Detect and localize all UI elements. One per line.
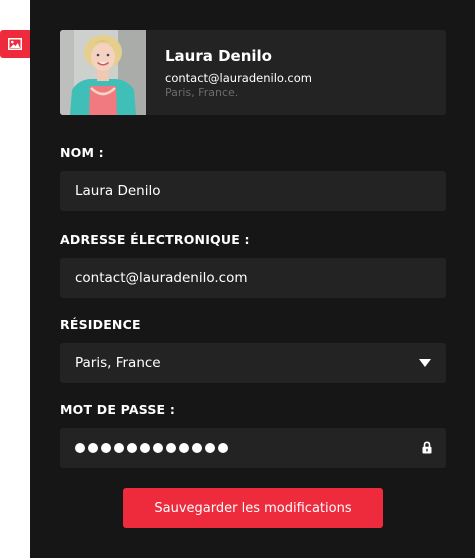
profile-email: contact@lauradenilo.com — [165, 71, 312, 85]
email-label: ADRESSE ÉLECTRONIQUE : — [60, 232, 250, 247]
password-mask — [75, 443, 228, 453]
name-field[interactable]: Laura Denilo — [60, 171, 446, 211]
password-dot — [166, 443, 176, 453]
password-dot — [153, 443, 163, 453]
password-dot — [218, 443, 228, 453]
residence-value: Paris, France — [75, 355, 161, 371]
residence-select[interactable]: Paris, France — [60, 343, 446, 383]
email-field[interactable]: contact@lauradenilo.com — [60, 258, 446, 298]
lock-icon — [422, 441, 432, 454]
profile-location: Paris, France. — [165, 86, 239, 99]
password-dot — [88, 443, 98, 453]
password-dot — [127, 443, 137, 453]
password-label: MOT DE PASSE : — [60, 402, 176, 417]
password-dot — [140, 443, 150, 453]
password-dot — [205, 443, 215, 453]
password-dot — [101, 443, 111, 453]
name-label: NOM : — [60, 145, 104, 160]
profile-panel: Laura Denilo contact@lauradenilo.com Par… — [30, 0, 475, 558]
password-field[interactable] — [60, 428, 446, 468]
chevron-down-icon — [419, 359, 431, 367]
password-dot — [179, 443, 189, 453]
save-button[interactable]: Sauvegarder les modifications — [123, 488, 383, 528]
profile-card: Laura Denilo contact@lauradenilo.com Par… — [60, 30, 446, 115]
image-icon — [8, 38, 22, 50]
profile-name: Laura Denilo — [165, 47, 272, 65]
password-dot — [192, 443, 202, 453]
name-value: Laura Denilo — [75, 183, 161, 199]
email-value: contact@lauradenilo.com — [75, 270, 248, 286]
avatar — [60, 30, 146, 115]
password-dot — [75, 443, 85, 453]
sidebar-image-tab[interactable] — [0, 30, 30, 58]
password-dot — [114, 443, 124, 453]
residence-label: RÉSIDENCE — [60, 317, 141, 332]
